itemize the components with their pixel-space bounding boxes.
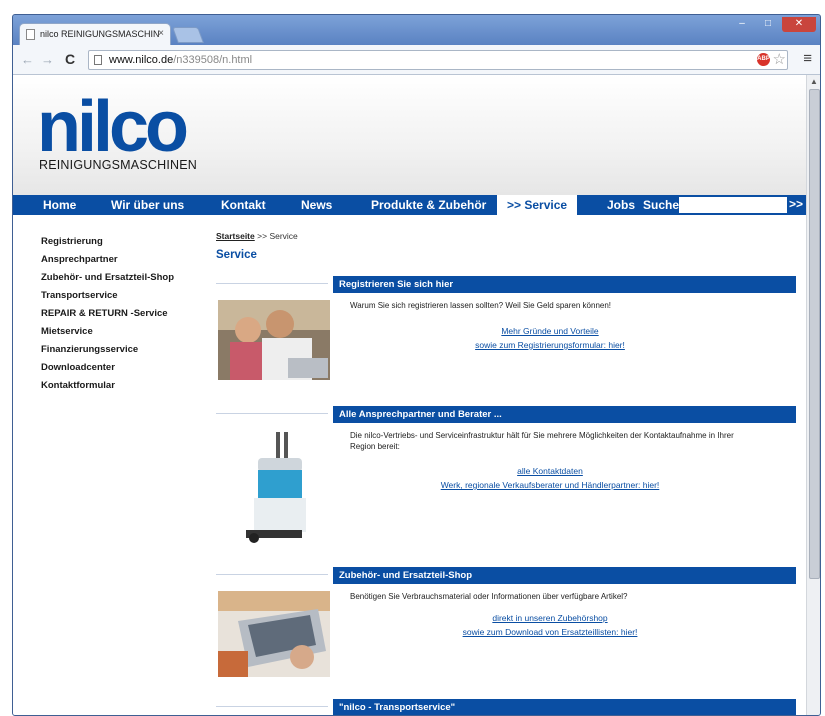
browser-toolbar: ← → C www.nilco.de/n339508/n.html ABP ☆ … <box>13 45 820 75</box>
section-links: Mehr Gründe und Vorteile sowie zum Regis… <box>350 324 750 352</box>
breadcrumb-separator: >> <box>257 231 268 241</box>
sidebar-item-contact-form[interactable]: Kontaktformular <box>41 377 211 395</box>
url-host: www.nilco.de <box>109 54 174 66</box>
section-links: direkt in unseren Zubehörshop sowie zum … <box>350 611 750 639</box>
reload-icon[interactable]: C <box>65 51 75 67</box>
scroll-thumb[interactable] <box>809 89 820 579</box>
breadcrumb-home-link[interactable]: Startseite <box>216 231 255 241</box>
sidebar-item-shop[interactable]: Zubehör- und Ersatzteil-Shop <box>41 269 211 287</box>
divider <box>216 413 328 414</box>
section-links: alle Kontaktdaten Werk, regionale Verkau… <box>350 464 750 492</box>
divider <box>216 706 328 707</box>
section-title: "nilco - Transportservice" <box>333 699 796 715</box>
page-icon <box>26 29 35 40</box>
section-text: Warum Sie sich registrieren lassen sollt… <box>350 301 612 310</box>
section-shop: Zubehör- und Ersatzteil-Shop Benötigen S… <box>216 567 796 707</box>
title-bar: nilco REINIGUNGSMASCHIN × – □ ✕ <box>13 15 820 45</box>
search-input[interactable] <box>679 197 787 213</box>
nav-news[interactable]: News <box>301 198 332 212</box>
new-tab-button[interactable] <box>172 27 204 43</box>
side-nav: Registrierung Ansprechpartner Zubehör- u… <box>41 233 211 395</box>
nav-products[interactable]: Produkte & Zubehör <box>371 198 486 212</box>
sales-partners-link[interactable]: Werk, regionale Verkaufsberater und Händ… <box>350 478 750 492</box>
browser-window: nilco REINIGUNGSMASCHIN × – □ ✕ ← → C ww… <box>12 14 821 716</box>
tab-title: nilco REINIGUNGSMASCHIN <box>40 29 160 39</box>
section-registration: Registrieren Sie sich hier Warum Sie sic… <box>216 276 796 406</box>
back-arrow-icon[interactable]: ← <box>21 52 34 67</box>
sidebar-item-financing[interactable]: Finanzierungsservice <box>41 341 211 359</box>
registration-form-link[interactable]: sowie zum Registrierungsformular: hier! <box>350 338 750 352</box>
accessory-shop-link[interactable]: direkt in unseren Zubehörshop <box>350 611 750 625</box>
main-nav: Home Wir über uns Kontakt News Produkte … <box>13 195 806 215</box>
forward-arrow-icon[interactable]: → <box>41 52 54 67</box>
nav-contact[interactable]: Kontakt <box>221 198 266 212</box>
spare-parts-download-link[interactable]: sowie zum Download von Ersatzteillisten:… <box>350 625 750 639</box>
nav-home[interactable]: Home <box>43 198 76 212</box>
site-header: nilco REINIGUNGSMASCHINEN <box>13 75 806 195</box>
address-bar[interactable]: www.nilco.de/n339508/n.html <box>88 50 788 70</box>
section-text: Die nilco-Vertriebs- und Serviceinfrastr… <box>350 431 734 451</box>
more-reasons-link[interactable]: Mehr Gründe und Vorteile <box>350 324 750 338</box>
page-title: Service <box>216 249 257 261</box>
url-path: /n339508/n.html <box>173 54 253 66</box>
couple-laptop-photo <box>218 300 330 380</box>
sidebar-item-transport[interactable]: Transportservice <box>41 287 211 305</box>
logo[interactable]: nilco <box>37 91 189 163</box>
nav-service[interactable]: >> Service <box>507 198 567 212</box>
menu-icon[interactable]: ≡ <box>803 50 812 67</box>
nav-jobs[interactable]: Jobs <box>607 198 635 212</box>
minimize-button[interactable]: – <box>730 17 754 32</box>
section-text: Benötigen Sie Verbrauchsmaterial oder In… <box>350 592 628 601</box>
section-title: Registrieren Sie sich hier <box>333 276 796 293</box>
bookmark-star-icon[interactable]: ☆ <box>773 50 786 68</box>
divider <box>216 283 328 284</box>
window-controls: – □ ✕ <box>730 17 816 32</box>
scroll-up-arrow-icon[interactable]: ▲ <box>810 77 818 86</box>
scrollbar[interactable]: ▲ <box>806 75 820 715</box>
nav-about[interactable]: Wir über uns <box>111 198 184 212</box>
breadcrumb: Startseite >> Service <box>216 231 298 241</box>
search-submit-button[interactable]: >> <box>789 197 803 211</box>
browser-tab[interactable]: nilco REINIGUNGSMASCHIN × <box>19 23 171 45</box>
section-title: Zubehör- und Ersatzteil-Shop <box>333 567 796 584</box>
sidebar-item-downloads[interactable]: Downloadcenter <box>41 359 211 377</box>
sidebar-item-contacts[interactable]: Ansprechpartner <box>41 251 211 269</box>
extension-icon[interactable]: ABP <box>757 53 770 66</box>
logo-subtitle: REINIGUNGSMASCHINEN <box>39 158 197 172</box>
breadcrumb-current: Service <box>269 231 298 241</box>
page-viewport: nilco REINIGUNGSMASCHINEN Home Wir über … <box>13 75 806 715</box>
cleaning-machine-photo <box>218 430 330 548</box>
all-contacts-link[interactable]: alle Kontaktdaten <box>350 464 750 478</box>
section-title: Alle Ansprechpartner und Berater ... <box>333 406 796 423</box>
window-close-button[interactable]: ✕ <box>782 17 816 32</box>
divider <box>216 574 328 575</box>
sidebar-item-repair-return[interactable]: REPAIR & RETURN -Service <box>41 305 211 323</box>
section-transport: "nilco - Transportservice" <box>216 699 796 715</box>
page-icon <box>94 55 102 65</box>
nav-search-label: Suche <box>643 198 680 212</box>
section-contacts: Alle Ansprechpartner und Berater ... Die… <box>216 406 796 556</box>
laptop-hands-photo <box>218 591 330 677</box>
sidebar-item-registration[interactable]: Registrierung <box>41 233 211 251</box>
maximize-button[interactable]: □ <box>756 17 780 32</box>
sidebar-item-rental[interactable]: Mietservice <box>41 323 211 341</box>
close-icon[interactable]: × <box>158 28 164 39</box>
